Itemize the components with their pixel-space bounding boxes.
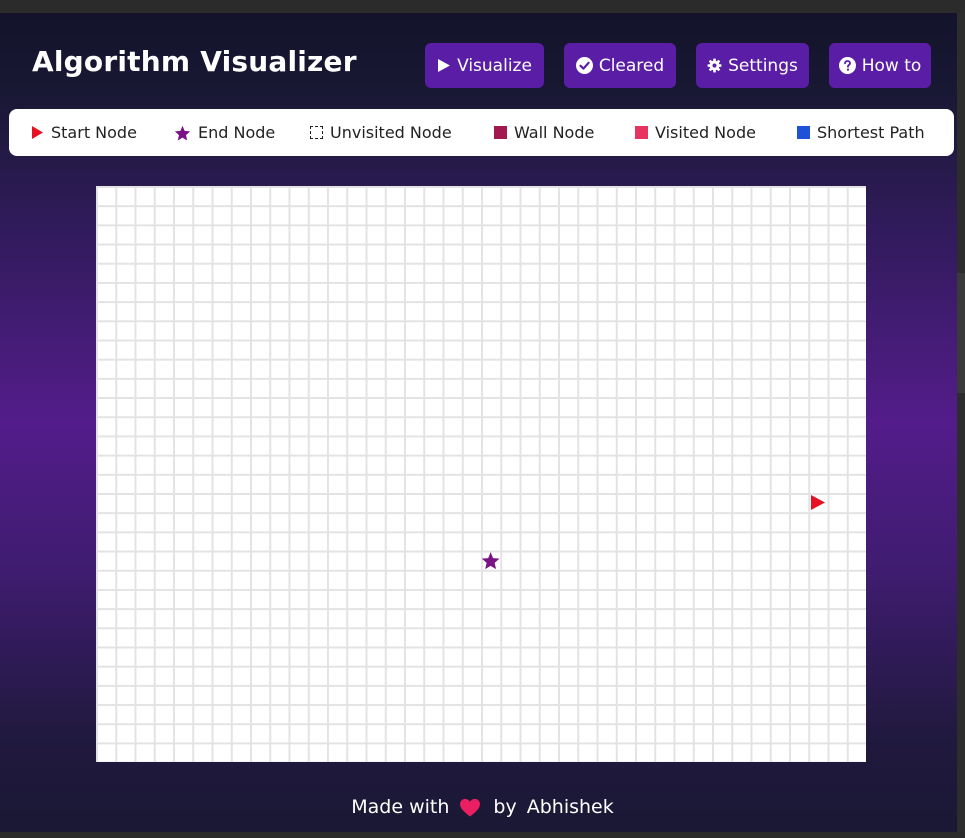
legend-label: Shortest Path [817,123,925,142]
app-title: Algorithm Visualizer [32,45,357,78]
legend-end-node: End Node [174,109,275,156]
legend-label: Unvisited Node [330,123,452,142]
settings-button[interactable]: Settings [696,43,809,88]
square-icon [494,126,507,139]
start-node[interactable] [808,493,827,512]
legend-bar: Start Node End Node Unvisited Node Wall … [9,109,954,156]
footer-made-with: Made with [351,796,450,818]
legend-label: End Node [198,123,276,142]
how-to-button-label: How to [861,55,922,76]
footer-author: Abhishek [526,796,614,818]
pathfinding-grid[interactable] [96,186,866,762]
legend-label: Wall Node [514,123,595,142]
legend-label: Start Node [51,123,137,142]
legend-shortest-path: Shortest Path [797,109,925,156]
visualize-button[interactable]: Visualize [425,43,544,88]
how-to-button[interactable]: How to [829,43,931,88]
cleared-button[interactable]: Cleared [564,43,676,88]
triangle-right-icon [31,125,44,140]
settings-button-label: Settings [728,55,798,76]
legend-wall-node: Wall Node [494,109,594,156]
legend-label: Visited Node [655,123,756,142]
square-icon [635,126,648,139]
window-top-bar [0,0,965,13]
check-circle-icon [575,57,593,74]
vertical-scrollbar[interactable] [957,13,965,832]
end-node[interactable] [481,551,500,570]
star-icon [174,125,191,141]
square-icon [797,126,810,139]
legend-start-node: Start Node [31,109,137,156]
gear-icon [707,58,722,73]
cleared-button-label: Cleared [598,55,665,76]
play-icon [437,58,451,73]
dashed-square-icon [310,126,323,139]
window-bottom-bar [0,832,965,838]
scrollbar-thumb[interactable] [957,273,965,393]
legend-visited-node: Visited Node [635,109,756,156]
visualize-button-label: Visualize [457,55,532,76]
question-circle-icon [838,57,856,74]
footer-by: by [493,796,517,818]
footer: Made with by Abhishek [0,790,965,824]
heart-icon [459,798,481,817]
legend-unvisited-node: Unvisited Node [310,109,452,156]
